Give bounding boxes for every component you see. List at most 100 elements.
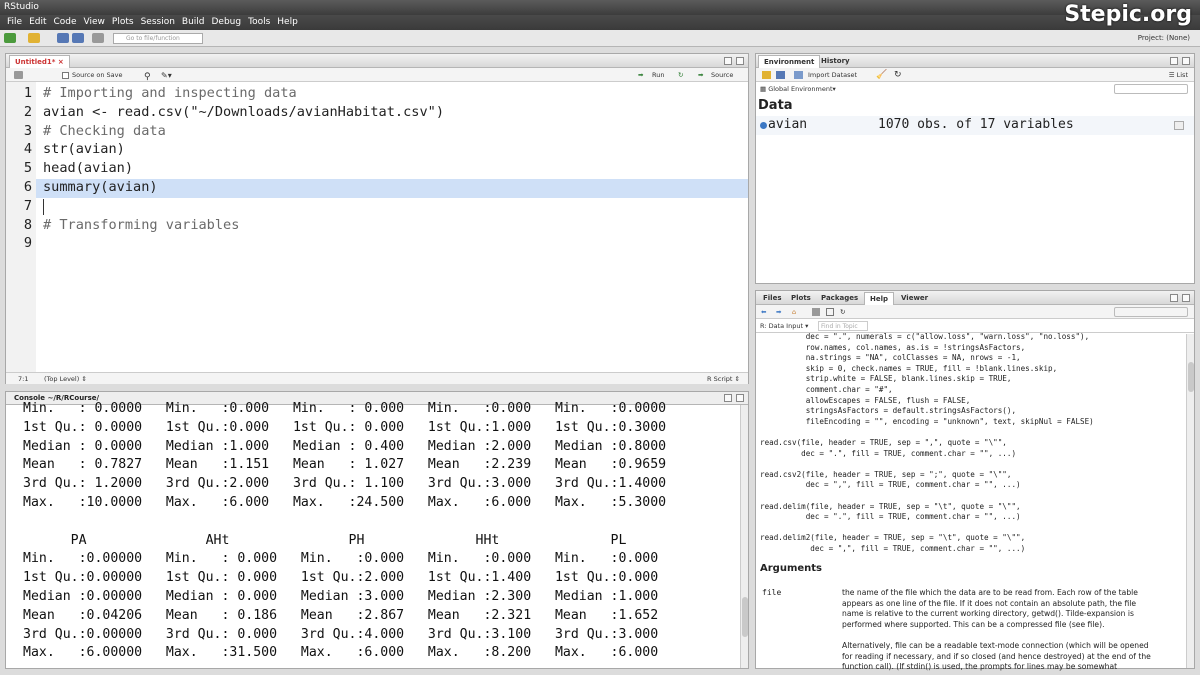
help-code-line: allowEscapes = FALSE, flush = FALSE,	[760, 395, 971, 405]
help-code-line: stringsAsFactors = default.stringsAsFact…	[760, 406, 1017, 416]
tab-environment[interactable]: Environment	[758, 55, 821, 68]
maximize-button[interactable]	[1182, 294, 1190, 302]
argument-name: file	[762, 588, 782, 597]
environment-pane: Environment History Import Dataset 🧹 ↻ ☰…	[755, 53, 1195, 284]
menu-debug[interactable]: Debug	[212, 15, 242, 30]
scope-selector[interactable]: (Top Level) ⇕	[44, 373, 87, 385]
line-number: 6	[23, 179, 32, 195]
help-code-line: dec = ".", numerals = c("allow.loss", "w…	[760, 332, 1090, 341]
import-dataset-icon	[794, 71, 803, 79]
menu-view[interactable]: View	[84, 15, 105, 30]
tab-files[interactable]: Files	[758, 292, 787, 305]
save-icon[interactable]	[14, 71, 23, 79]
code-line[interactable]: avian <- read.csv("~/Downloads/avianHabi…	[43, 104, 444, 120]
console-line: PA AHt PH HHt PL	[23, 532, 627, 548]
scope-label: Global Environment	[768, 85, 833, 93]
scope-dropdown[interactable]: ▦ Global Environment▾	[760, 82, 836, 96]
minimize-button[interactable]	[724, 394, 732, 402]
rerun-icon[interactable]: ↻	[678, 68, 683, 82]
new-file-icon[interactable]	[4, 33, 16, 43]
back-icon[interactable]: ⬅	[761, 305, 766, 319]
code-line[interactable]: str(avian)	[43, 141, 125, 157]
file-type-selector[interactable]: R Script ⇕	[707, 373, 740, 385]
tab-plots[interactable]: Plots	[786, 292, 816, 305]
editor-statusbar: 7:1 (Top Level) ⇕ R Script ⇕	[6, 372, 748, 384]
brand-watermark: Stepic.org	[1064, 2, 1192, 27]
arguments-heading: Arguments	[760, 563, 823, 574]
code-area[interactable]: 1 # Importing and inspecting data 2 avian <…	[6, 82, 748, 372]
list-label: List	[1176, 71, 1188, 79]
home-icon[interactable]: ⌂	[792, 305, 796, 319]
open-folder-icon[interactable]	[28, 33, 40, 43]
grid-view-icon[interactable]	[1174, 121, 1184, 130]
view-mode-list[interactable]: ☰ List	[1169, 68, 1188, 82]
save-icon[interactable]	[57, 33, 69, 43]
console-line: Mean : 0.7827 Mean :1.151 Mean : 1.027 M…	[23, 457, 667, 473]
maximize-button[interactable]	[736, 57, 744, 65]
menu-build[interactable]: Build	[182, 15, 205, 30]
tab-help[interactable]: Help	[864, 292, 895, 305]
source-arrow-icon: ➡	[698, 71, 704, 79]
window-title: RStudio	[0, 0, 1200, 15]
print-icon[interactable]	[92, 33, 104, 43]
code-line[interactable]: summary(avian)	[43, 179, 158, 195]
help-code-line: skip = 0, check.names = TRUE, fill = !bl…	[760, 363, 1058, 373]
save-workspace-icon[interactable]	[776, 71, 785, 79]
env-row-avian[interactable]: avian 1070 obs. of 17 variables	[756, 116, 1194, 135]
code-line[interactable]: # Checking data	[43, 123, 166, 139]
run-button[interactable]: Run	[652, 68, 664, 82]
env-object-name: avian	[768, 117, 808, 132]
section-heading: Data	[758, 98, 793, 113]
line-number: 9	[23, 235, 32, 252]
help-topic-dropdown[interactable]: R: Data Input ▾	[760, 319, 808, 333]
scroll-thumb[interactable]	[742, 597, 748, 637]
menu-code[interactable]: Code	[54, 15, 77, 30]
forward-icon[interactable]: ➡	[776, 305, 781, 319]
source-button[interactable]: Source	[711, 68, 733, 82]
menu-tools[interactable]: Tools	[248, 15, 270, 30]
console-line: 3rd Qu.: 1.2000 3rd Qu.:2.000 3rd Qu.: 1…	[23, 476, 667, 492]
goto-file-input[interactable]: Go to file/function	[113, 33, 203, 44]
menu-plots[interactable]: Plots	[112, 15, 134, 30]
find-in-topic-input[interactable]: Find in Topic	[818, 321, 868, 331]
help-code-line: row.names, col.names, as.is = !stringsAs…	[760, 342, 1026, 352]
broom-icon[interactable]: 🧹	[876, 68, 887, 82]
minimize-button[interactable]	[724, 57, 732, 65]
refresh-icon[interactable]: ↻	[840, 305, 845, 319]
print-icon[interactable]	[812, 308, 820, 316]
import-dataset-button[interactable]: Import Dataset	[808, 68, 857, 82]
load-workspace-icon[interactable]	[762, 71, 771, 79]
menu-session[interactable]: Session	[141, 15, 175, 30]
help-code-line: fileEncoding = "", encoding = "unknown",…	[760, 416, 1094, 426]
console-line: Min. : 0.0000 Min. :0.000 Min. : 0.000 M…	[23, 401, 667, 416]
code-line[interactable]: # Importing and inspecting data	[43, 85, 297, 101]
menu-file[interactable]: File	[7, 15, 22, 30]
minimize-button[interactable]	[1170, 57, 1178, 65]
tab-viewer[interactable]: Viewer	[896, 292, 933, 305]
expand-icon[interactable]	[760, 122, 767, 129]
project-menu[interactable]: Project: (None)	[1138, 30, 1190, 47]
wand-icon[interactable]: ✎▾	[161, 69, 172, 83]
tab-untitled1[interactable]: Untitled1* ×	[9, 55, 70, 68]
save-all-icon[interactable]	[72, 33, 84, 43]
refresh-icon[interactable]: ↻	[894, 68, 902, 82]
menu-edit[interactable]: Edit	[29, 15, 46, 30]
console-scrollbar[interactable]	[740, 405, 748, 668]
maximize-button[interactable]	[736, 394, 744, 402]
tab-history[interactable]: History	[816, 55, 855, 68]
console-output[interactable]: Min. : 0.0000 Min. :0.000 Min. : 0.000 M…	[6, 401, 739, 668]
help-search-input[interactable]	[1114, 307, 1188, 317]
tab-packages[interactable]: Packages	[816, 292, 863, 305]
menu-help[interactable]: Help	[277, 15, 298, 30]
help-code-line: dec = ".", fill = TRUE, comment.char = "…	[760, 448, 1017, 458]
source-on-save-checkbox[interactable]	[62, 72, 69, 79]
scroll-thumb[interactable]	[1188, 362, 1194, 392]
code-line[interactable]: head(avian)	[43, 160, 133, 176]
code-line[interactable]: # Transforming variables	[43, 217, 239, 233]
minimize-button[interactable]	[1170, 294, 1178, 302]
line-number: 5	[23, 160, 32, 177]
new-window-icon[interactable]	[826, 308, 834, 316]
maximize-button[interactable]	[1182, 57, 1190, 65]
help-scrollbar[interactable]	[1186, 334, 1194, 668]
environment-search-input[interactable]	[1114, 84, 1188, 94]
